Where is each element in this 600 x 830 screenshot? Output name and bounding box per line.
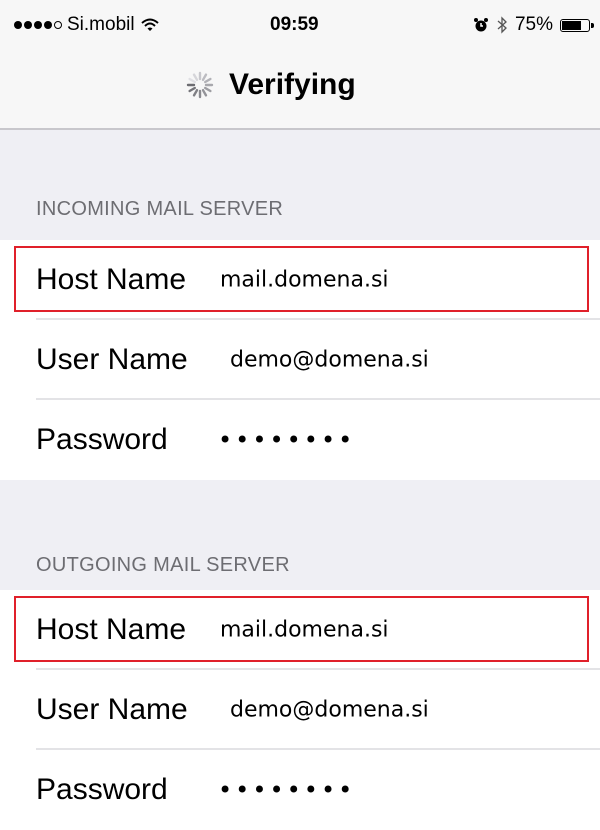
navigation-bar: Verifying — [0, 50, 600, 130]
outgoing-user-name-field[interactable]: demo@domena.si — [230, 698, 429, 723]
incoming-password-field[interactable]: •••••••• — [218, 426, 355, 454]
incoming-section-header: INCOMING MAIL SERVER — [36, 198, 284, 220]
wifi-icon — [140, 18, 159, 31]
incoming-user-name-field[interactable]: demo@domena.si — [230, 348, 429, 373]
incoming-user-name-label: User Name — [36, 343, 188, 376]
outgoing-host-name-row[interactable]: Host Name mail.domena.si — [0, 590, 600, 670]
outgoing-host-highlight-box — [14, 596, 589, 662]
outgoing-server-group: Host Name mail.domena.si User Name demo@… — [0, 590, 600, 830]
outgoing-section-header: OUTGOING MAIL SERVER — [36, 554, 290, 576]
alarm-clock-icon — [473, 18, 488, 32]
outgoing-password-field[interactable]: •••••••• — [218, 776, 355, 804]
incoming-host-highlight-box — [14, 246, 589, 312]
page-title: Verifying — [229, 68, 356, 101]
incoming-host-name-row[interactable]: Host Name mail.domena.si — [0, 240, 600, 320]
battery-level-fill — [562, 20, 581, 30]
signal-strength-icon — [14, 21, 62, 29]
battery-percentage: 75% — [514, 14, 553, 35]
battery-icon — [560, 18, 594, 32]
incoming-password-row[interactable]: Password •••••••• — [0, 400, 600, 480]
incoming-user-name-row[interactable]: User Name demo@domena.si — [0, 320, 600, 400]
outgoing-user-name-row[interactable]: User Name demo@domena.si — [0, 670, 600, 750]
outgoing-password-label: Password — [36, 773, 168, 806]
status-right: 75% — [473, 14, 594, 36]
incoming-server-group: Host Name mail.domena.si User Name demo@… — [0, 240, 600, 480]
outgoing-password-row[interactable]: Password •••••••• — [0, 750, 600, 830]
status-left: Si.mobil — [14, 14, 160, 36]
incoming-password-label: Password — [36, 423, 168, 456]
nav-title-group: Verifying — [185, 68, 356, 102]
carrier-name: Si.mobil — [67, 14, 135, 35]
activity-spinner-icon — [186, 71, 214, 99]
status-time: 09:59 — [270, 14, 319, 35]
bluetooth-icon — [497, 16, 507, 34]
status-bar: Si.mobil 09:59 75% — [0, 0, 600, 50]
outgoing-user-name-label: User Name — [36, 693, 188, 726]
